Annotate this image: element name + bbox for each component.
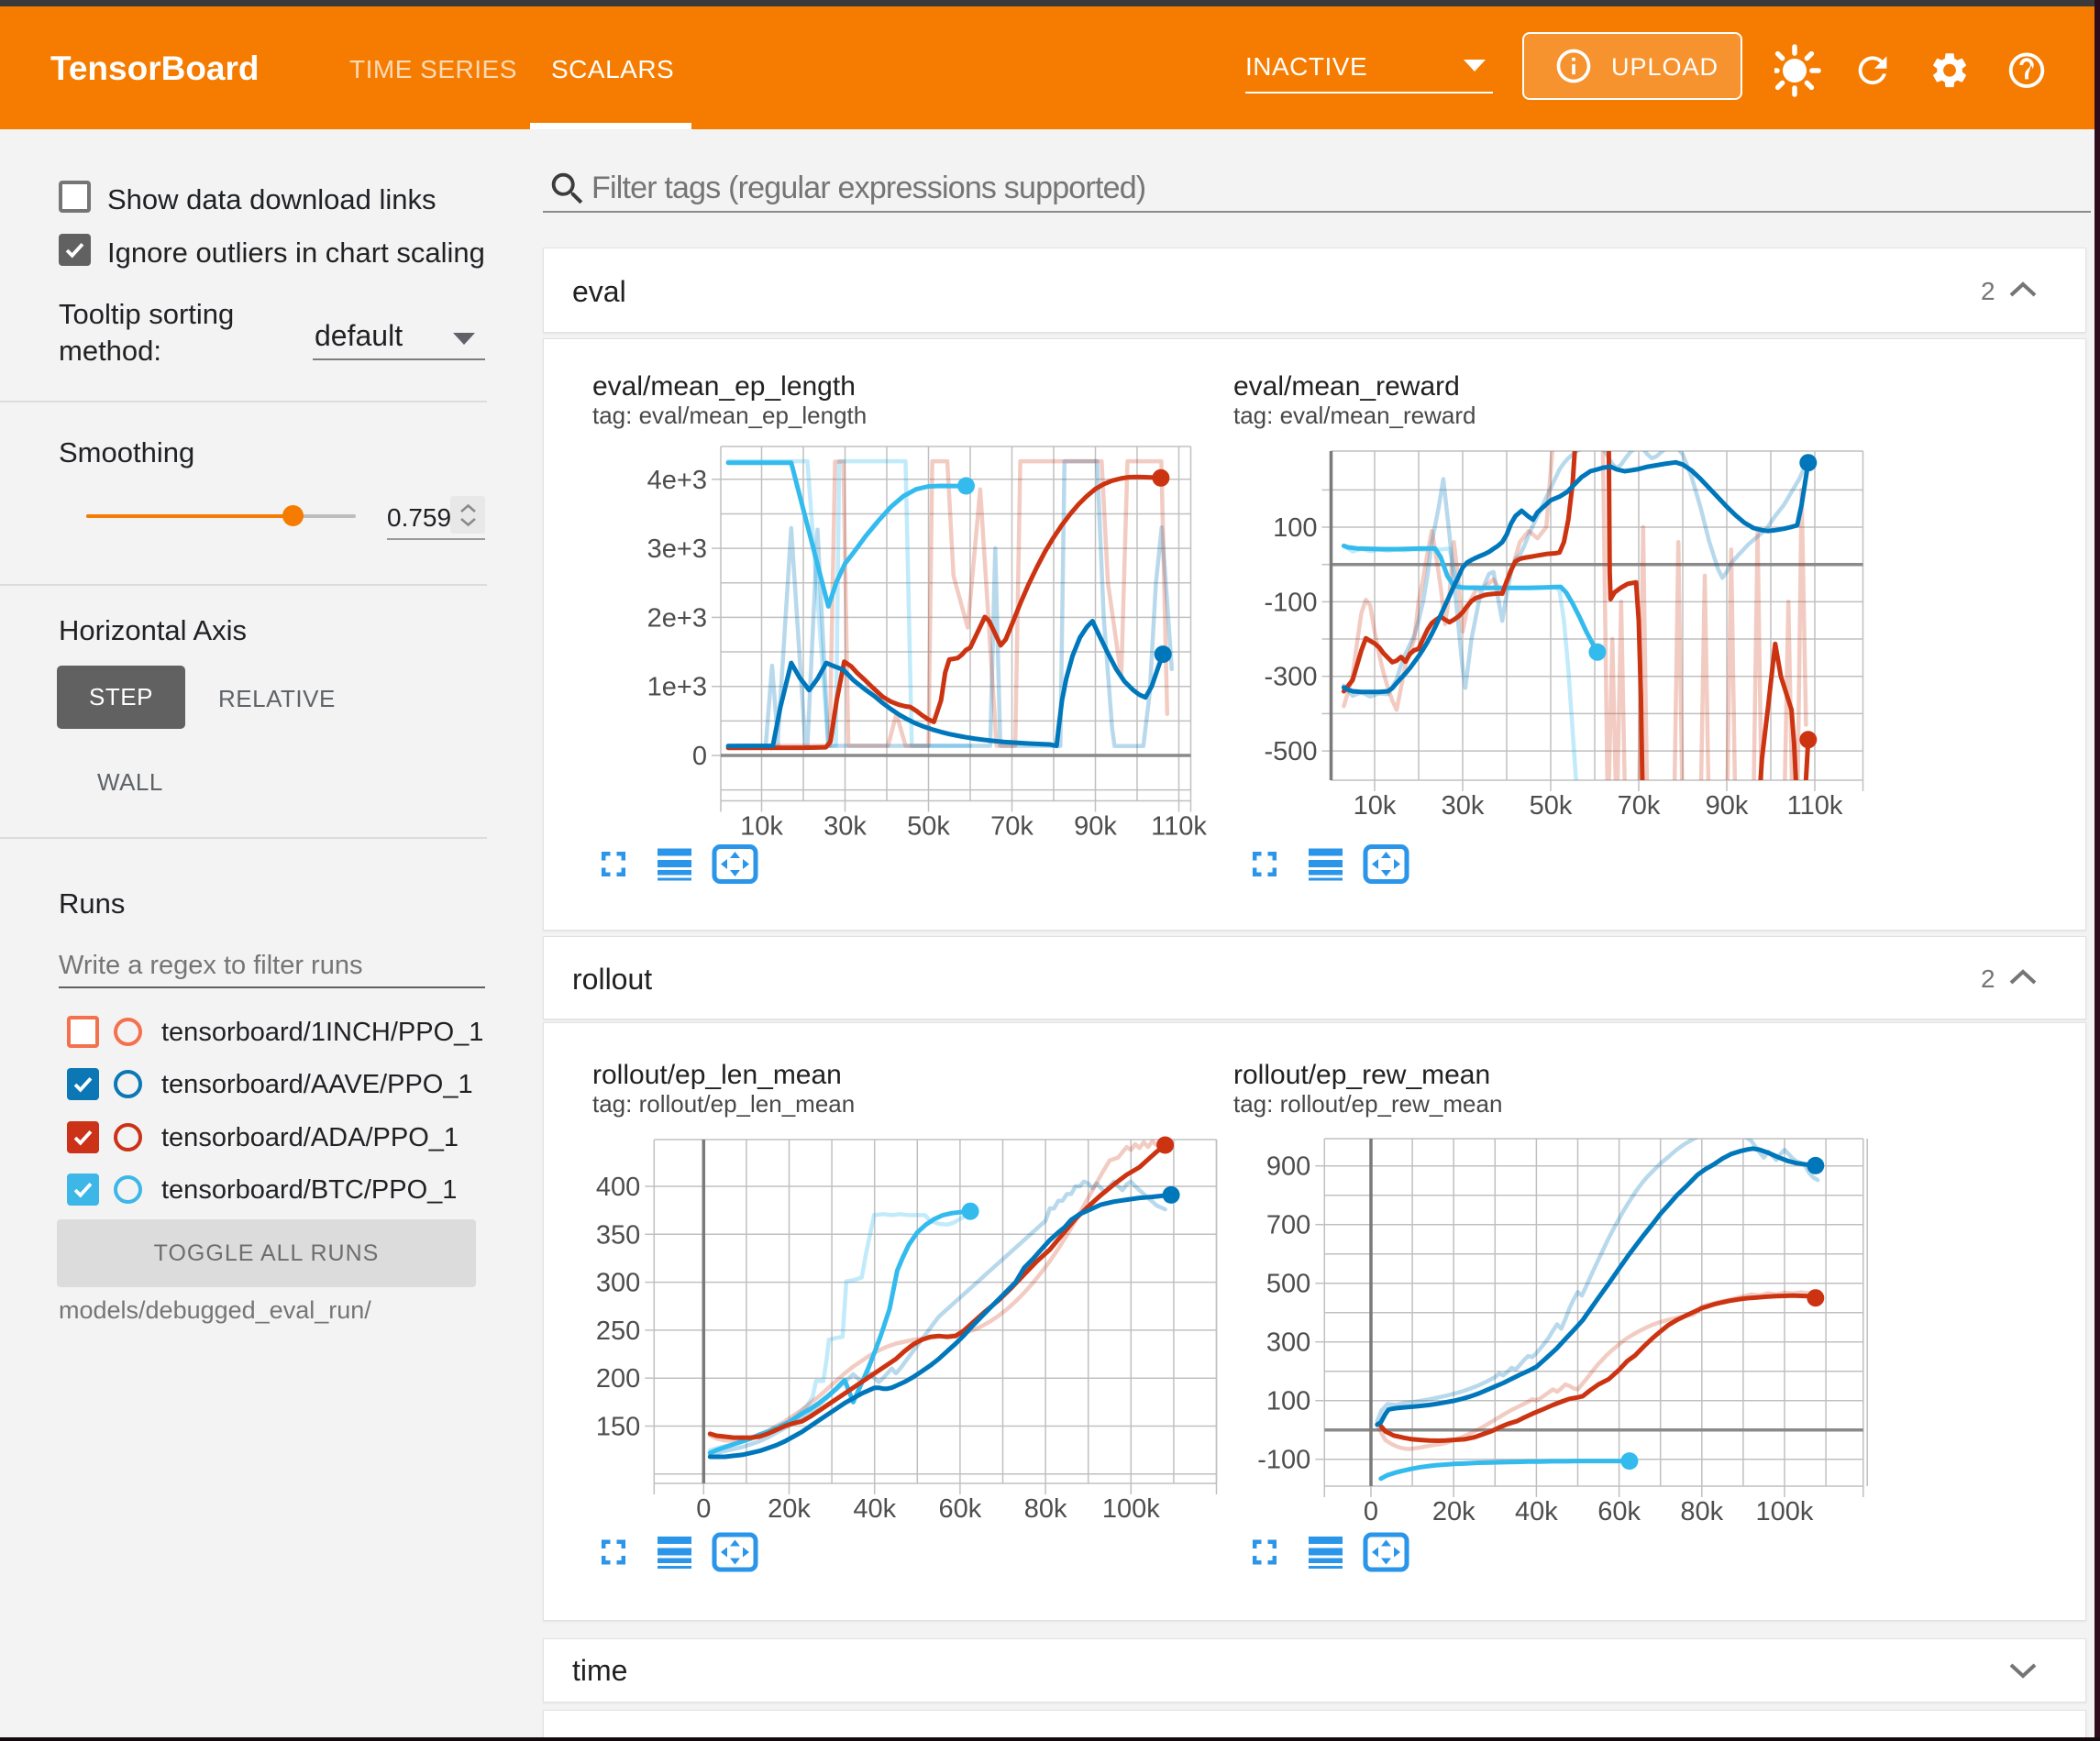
svg-text:80k: 80k — [1024, 1494, 1067, 1524]
svg-text:300: 300 — [1266, 1328, 1310, 1358]
svg-text:50k: 50k — [1530, 791, 1573, 821]
svg-text:20k: 20k — [768, 1494, 811, 1524]
svg-text:80k: 80k — [1680, 1497, 1723, 1526]
svg-text:tag: eval/mean_ep_length: tag: eval/mean_ep_length — [592, 402, 867, 429]
svg-text:4e+3: 4e+3 — [647, 466, 707, 495]
svg-text:0: 0 — [692, 742, 707, 771]
svg-text:3e+3: 3e+3 — [647, 534, 707, 564]
svg-text:2e+3: 2e+3 — [647, 603, 707, 633]
svg-text:200: 200 — [596, 1364, 640, 1394]
svg-text:100: 100 — [1273, 513, 1317, 543]
svg-text:tag: rollout/ep_rew_mean: tag: rollout/ep_rew_mean — [1233, 1090, 1502, 1118]
svg-text:100k: 100k — [1102, 1494, 1160, 1524]
svg-text:rollout/ep_len_mean: rollout/ep_len_mean — [592, 1060, 842, 1090]
svg-text:70k: 70k — [1618, 791, 1661, 821]
svg-text:30k: 30k — [1442, 791, 1485, 821]
svg-text:70k: 70k — [990, 812, 1033, 842]
svg-text:500: 500 — [1266, 1270, 1310, 1299]
svg-text:10k: 10k — [740, 812, 783, 842]
svg-text:30k: 30k — [823, 812, 867, 842]
svg-text:150: 150 — [596, 1413, 640, 1442]
svg-text:0: 0 — [696, 1494, 711, 1524]
svg-text:-500: -500 — [1264, 737, 1317, 766]
svg-text:1e+3: 1e+3 — [647, 673, 707, 702]
svg-text:eval/mean_ep_length: eval/mean_ep_length — [592, 371, 856, 402]
svg-text:60k: 60k — [939, 1494, 982, 1524]
svg-text:100k: 100k — [1756, 1497, 1814, 1526]
svg-text:90k: 90k — [1706, 791, 1749, 821]
svg-text:300: 300 — [596, 1269, 640, 1298]
svg-text:110k: 110k — [1151, 812, 1207, 842]
svg-text:900: 900 — [1266, 1152, 1310, 1182]
svg-text:40k: 40k — [1515, 1497, 1558, 1526]
svg-text:400: 400 — [596, 1173, 640, 1202]
svg-text:50k: 50k — [907, 812, 950, 842]
svg-text:-100: -100 — [1257, 1446, 1310, 1475]
svg-text:40k: 40k — [853, 1494, 896, 1524]
svg-text:350: 350 — [596, 1220, 640, 1250]
svg-text:0: 0 — [1364, 1497, 1378, 1526]
svg-text:tag: rollout/ep_len_mean: tag: rollout/ep_len_mean — [592, 1090, 855, 1118]
svg-text:rollout/ep_rew_mean: rollout/ep_rew_mean — [1233, 1060, 1490, 1090]
svg-text:eval/mean_reward: eval/mean_reward — [1233, 371, 1460, 402]
svg-text:250: 250 — [596, 1317, 640, 1346]
svg-text:tag: eval/mean_reward: tag: eval/mean_reward — [1233, 402, 1476, 429]
svg-text:90k: 90k — [1074, 812, 1117, 842]
svg-text:-300: -300 — [1264, 663, 1317, 692]
svg-text:10k: 10k — [1354, 791, 1397, 821]
svg-text:-100: -100 — [1264, 588, 1317, 617]
svg-text:60k: 60k — [1597, 1497, 1641, 1526]
svg-text:20k: 20k — [1432, 1497, 1476, 1526]
svg-text:700: 700 — [1266, 1211, 1310, 1240]
svg-text:100: 100 — [1266, 1387, 1310, 1416]
svg-text:110k: 110k — [1787, 791, 1843, 821]
